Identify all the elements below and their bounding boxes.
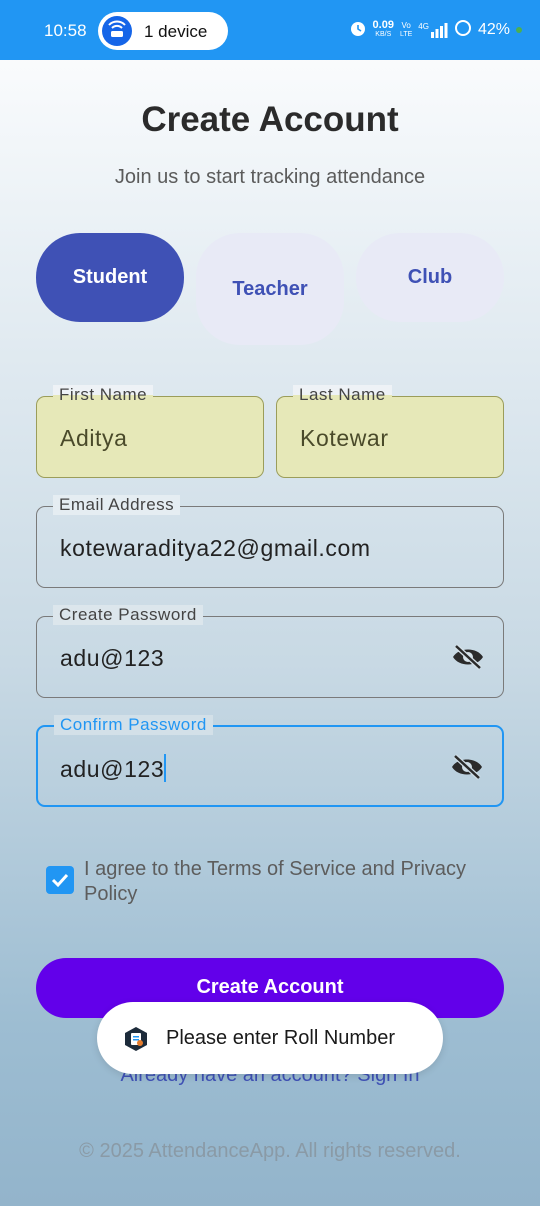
password-value: adu@123 (60, 645, 165, 671)
battery-icon (454, 19, 472, 42)
terms-checkbox[interactable] (46, 866, 74, 894)
password-field[interactable]: Create Password adu@123 (36, 605, 504, 698)
password-label: Create Password (53, 605, 203, 625)
text-caret (164, 754, 167, 782)
footer-copyright: © 2025 AttendanceApp. All rights reserve… (79, 1140, 461, 1162)
status-icons: 0.09 KB/S Vo LTE 4G 42% (349, 19, 522, 41)
terms-label[interactable]: I agree to the Terms of Service and Priv… (84, 857, 514, 907)
net-speed: 0.09 KB/S (372, 19, 394, 39)
confirm-password-field[interactable]: Confirm Password adu@123 (36, 715, 504, 807)
confirm-password-value: adu@123 (60, 754, 167, 782)
alarm-icon (349, 19, 367, 42)
battery-percent: 42% (477, 21, 510, 38)
last-name-value: Kotewar (300, 425, 389, 451)
email-field[interactable]: Email Address kotewaraditya22@gmail.com (36, 495, 504, 588)
toast-text: Please enter Roll Number (166, 1027, 395, 1049)
first-name-field[interactable]: First Name Aditya (36, 385, 264, 478)
toast-message: Please enter Roll Number (97, 1002, 443, 1074)
role-club-button[interactable]: Club (356, 233, 504, 322)
volte-indicator: Vo LTE (399, 21, 413, 38)
signal-icon: 4G (418, 22, 448, 38)
confirm-password-label: Confirm Password (54, 715, 213, 735)
email-value: kotewaraditya22@gmail.com (60, 535, 371, 561)
last-name-label: Last Name (293, 385, 392, 405)
email-label: Email Address (53, 495, 181, 515)
hotspot-label: 1 device (144, 22, 208, 41)
hotspot-pill[interactable]: 1 device (98, 12, 228, 50)
first-name-value: Aditya (60, 425, 128, 451)
role-teacher-button[interactable]: Teacher (196, 233, 344, 345)
hotspot-icon (102, 16, 132, 46)
first-name-label: First Name (53, 385, 154, 405)
check-icon (51, 873, 69, 888)
role-student-button[interactable]: Student (36, 233, 184, 322)
eye-off-icon[interactable] (451, 643, 485, 671)
app-icon (123, 1026, 149, 1052)
status-bar: 10:58 1 device 0.09 KB/S Vo LTE 4G 42% (0, 0, 540, 60)
eye-off-icon[interactable] (450, 753, 484, 781)
last-name-field[interactable]: Last Name Kotewar (276, 385, 504, 478)
status-time: 10:58 (44, 21, 87, 40)
page-title: Create Account (141, 100, 399, 139)
page-subtitle: Join us to start tracking attendance (114, 166, 426, 188)
privacy-dot (516, 27, 522, 33)
